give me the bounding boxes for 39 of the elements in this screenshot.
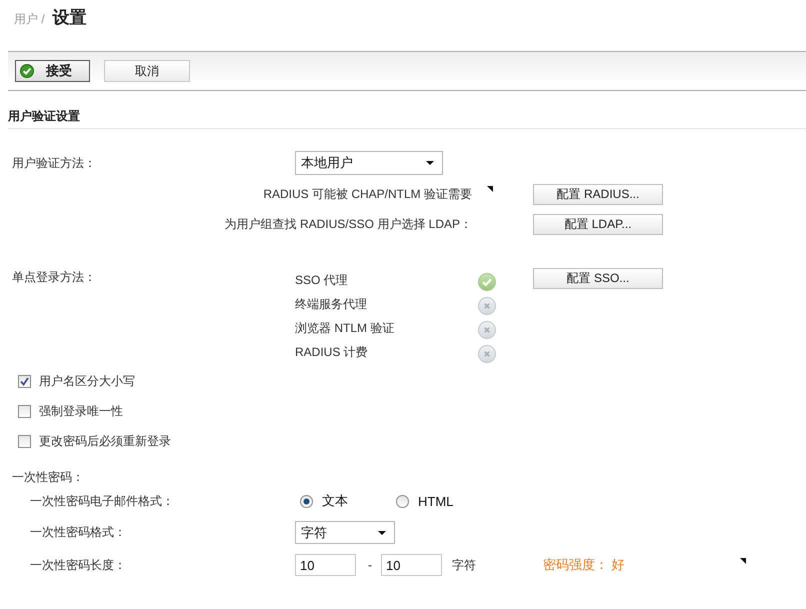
info-text: 为用户组查找 RADIUS/SSO 用户选择 LDAP： bbox=[224, 216, 472, 233]
field-label: 一次性密码电子邮件格式： bbox=[29, 492, 175, 510]
sso-method-label: 终端服务代理 bbox=[295, 296, 368, 312]
checkbox[interactable] bbox=[18, 434, 31, 448]
sso-method-label: SSO 代理 bbox=[295, 272, 349, 288]
sso-method-label: RADIUS 计费 bbox=[295, 344, 369, 360]
accept-button[interactable]: 接受 bbox=[15, 60, 90, 82]
info-text: RADIUS 可能被 CHAP/NTLM 验证需要 bbox=[263, 186, 472, 203]
min-length-field[interactable]: 10 bbox=[295, 554, 356, 576]
page-title: 设置 bbox=[52, 7, 87, 29]
caret-icon bbox=[378, 530, 386, 534]
section-title: 用户验证设置 bbox=[8, 108, 806, 129]
configure-button[interactable]: 配置 RADIUS... bbox=[533, 184, 663, 205]
checkbox-label: 强制登录唯一性 bbox=[39, 402, 123, 420]
radio-label: HTML bbox=[418, 494, 454, 508]
field-label: 一次性密码长度： bbox=[29, 556, 127, 574]
caret-icon bbox=[426, 161, 434, 165]
auth-method-dropdown[interactable]: 本地用户 bbox=[295, 151, 443, 175]
configure-button[interactable]: 配置 LDAP... bbox=[533, 214, 663, 235]
checkbox-label: 更改密码后必须重新登录 bbox=[39, 432, 171, 450]
check-circle-icon bbox=[20, 64, 34, 78]
format-dropdown[interactable]: 字符 bbox=[295, 521, 395, 544]
group-label: 一次性密码： bbox=[12, 468, 84, 486]
range-separator: - bbox=[368, 558, 372, 572]
checkbox[interactable] bbox=[18, 404, 31, 418]
radio-button[interactable] bbox=[396, 494, 409, 508]
password-strength-text: 密码强度： 好 bbox=[542, 556, 626, 574]
radio-label: 文本 bbox=[322, 492, 348, 510]
max-length-field[interactable]: 10 bbox=[381, 554, 442, 576]
field-label: 单点登录方法： bbox=[12, 269, 97, 286]
checkbox-label: 用户名区分大小写 bbox=[39, 372, 135, 390]
sso-method-label: 浏览器 NTLM 验证 bbox=[295, 320, 396, 336]
field-label: 用户验证方法： bbox=[12, 154, 97, 172]
cancel-button[interactable]: 取消 bbox=[104, 60, 190, 82]
unit-label: 字符 bbox=[452, 556, 476, 574]
radio-button[interactable] bbox=[300, 494, 313, 508]
checkbox[interactable] bbox=[18, 374, 31, 388]
configure-button[interactable]: 配置 SSO... bbox=[533, 268, 663, 289]
field-label: 一次性密码格式： bbox=[29, 524, 127, 541]
